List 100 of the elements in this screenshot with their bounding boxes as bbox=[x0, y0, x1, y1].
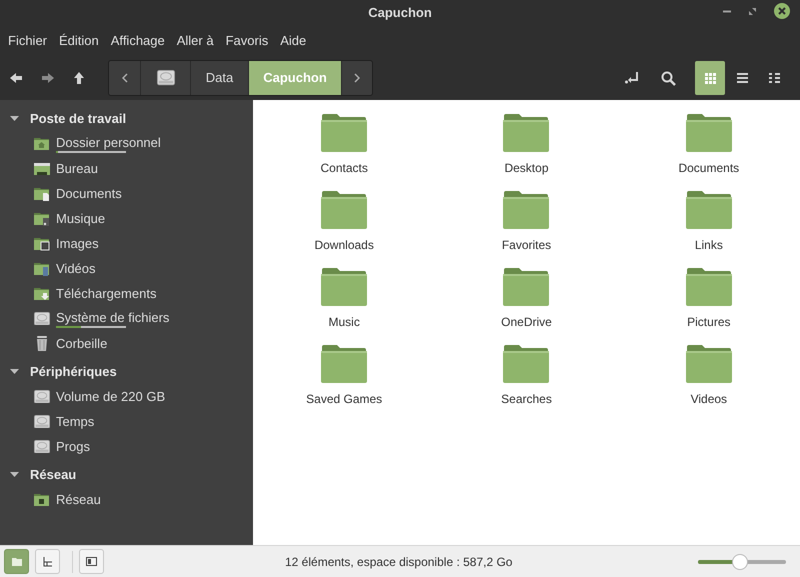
minimize-icon[interactable] bbox=[723, 10, 731, 12]
status-text: 12 éléments, espace disponible : 587,2 Go bbox=[285, 554, 512, 570]
close-icon[interactable] bbox=[774, 3, 790, 19]
folder-name[interactable]: OneDrive bbox=[501, 313, 552, 331]
trash-icon bbox=[36, 336, 48, 351]
tree-view-button[interactable] bbox=[35, 549, 60, 574]
sidebar-icon bbox=[86, 557, 97, 566]
folder-icon[interactable] bbox=[503, 345, 550, 383]
sidebar-item-label: Système de fichiers bbox=[56, 310, 170, 326]
folder-name[interactable]: Videos bbox=[690, 390, 728, 408]
sidebar-item-label: Progs bbox=[56, 438, 90, 454]
restore-icon[interactable] bbox=[749, 8, 756, 14]
sidebar-item[interactable]: Volume de 220 GB bbox=[0, 384, 253, 409]
sidebar-item-label: Corbeille bbox=[56, 336, 108, 352]
forward-arrow-icon[interactable] bbox=[42, 73, 54, 83]
places-view-button[interactable] bbox=[4, 549, 29, 574]
sidebar-item-label: Téléchargements bbox=[56, 286, 156, 302]
documents-folder-icon bbox=[34, 186, 50, 200]
menu-item[interactable]: Favoris bbox=[220, 31, 274, 51]
sidebar-item-label: Documents bbox=[56, 186, 122, 202]
sidebar-item-label: Réseau bbox=[56, 492, 101, 508]
sidebar-section-header[interactable]: Périphériques bbox=[0, 359, 253, 384]
toggle-sidebar-button[interactable] bbox=[79, 549, 104, 574]
zoom-thumb[interactable] bbox=[732, 554, 748, 570]
drive-icon bbox=[34, 312, 50, 326]
folder-icon[interactable] bbox=[321, 114, 368, 152]
sidebar-item-label: Bureau bbox=[56, 160, 98, 176]
sidebar-item-label: Vidéos bbox=[56, 260, 96, 276]
sidebar-item-label: Temps bbox=[56, 414, 94, 430]
section-title: Poste de travail bbox=[30, 110, 126, 128]
list-icon bbox=[736, 73, 748, 83]
pictures-folder-icon bbox=[34, 236, 50, 250]
videos-folder-icon bbox=[34, 262, 50, 276]
toggle-location-icon[interactable] bbox=[625, 72, 639, 84]
up-arrow-icon[interactable] bbox=[74, 72, 84, 84]
sidebar-item[interactable]: Vidéos bbox=[0, 256, 253, 281]
menu-item[interactable]: Édition bbox=[53, 31, 105, 51]
folder-name[interactable]: Music bbox=[328, 313, 360, 331]
home-folder-icon bbox=[34, 136, 50, 150]
sidebar-item[interactable]: Système de fichiers bbox=[0, 306, 253, 331]
folder-name[interactable]: Pictures bbox=[687, 313, 730, 331]
sidebar-item-label: Dossier personnel bbox=[56, 134, 161, 150]
folder-icon[interactable] bbox=[686, 114, 732, 152]
menu-item[interactable]: Affichage bbox=[104, 31, 171, 51]
downloads-folder-icon bbox=[34, 286, 50, 300]
sidebar-item-label: Musique bbox=[56, 210, 106, 226]
folder-icon[interactable] bbox=[686, 191, 732, 229]
sidebar-item-label: Volume de 220 GB bbox=[56, 388, 166, 404]
tree-icon bbox=[42, 556, 52, 566]
back-arrow-icon[interactable] bbox=[10, 73, 22, 83]
folder-icon[interactable] bbox=[686, 268, 732, 306]
section-title: Périphériques bbox=[30, 362, 117, 381]
network-folder-icon bbox=[34, 492, 50, 506]
zoom-slider[interactable] bbox=[698, 554, 786, 570]
drive-icon bbox=[34, 390, 50, 404]
folder-icon[interactable] bbox=[321, 345, 368, 383]
drive-icon bbox=[156, 70, 174, 86]
chevron-right-icon bbox=[354, 73, 360, 83]
sidebar-section-header[interactable]: Poste de travail bbox=[0, 106, 253, 131]
expanded-triangle-icon bbox=[10, 470, 19, 479]
window-title: Capuchon bbox=[368, 4, 432, 22]
folder-name[interactable]: Searches bbox=[501, 390, 552, 408]
folder-icon[interactable] bbox=[321, 268, 368, 306]
sidebar-item[interactable]: Bureau bbox=[0, 156, 253, 181]
folder-icon[interactable] bbox=[503, 114, 550, 152]
drive-icon bbox=[34, 440, 50, 454]
folder-name[interactable]: Desktop bbox=[504, 159, 548, 177]
sidebar-item[interactable]: Progs bbox=[0, 434, 253, 459]
folder-name[interactable]: Favorites bbox=[502, 236, 552, 254]
sidebar-item[interactable]: Corbeille bbox=[0, 331, 253, 356]
sidebar-item[interactable]: Dossier personnel bbox=[0, 131, 253, 156]
menu-item[interactable]: Fichier bbox=[2, 31, 54, 51]
folder-name[interactable]: Documents bbox=[678, 159, 740, 177]
drive-icon bbox=[34, 414, 50, 428]
folder-name[interactable]: Links bbox=[694, 236, 723, 254]
sidebar-item[interactable]: Images bbox=[0, 231, 253, 256]
sidebar-item[interactable]: Téléchargements bbox=[0, 281, 253, 306]
folder-icon[interactable] bbox=[503, 268, 550, 306]
folder-name[interactable]: Downloads bbox=[314, 236, 374, 254]
music-folder-icon bbox=[34, 212, 50, 226]
sidebar-item[interactable]: Documents bbox=[0, 181, 253, 206]
menu-item[interactable]: Aide bbox=[274, 31, 312, 51]
expanded-triangle-icon bbox=[10, 114, 19, 123]
folder-icon bbox=[12, 558, 22, 566]
sidebar-item[interactable]: Musique bbox=[0, 206, 253, 231]
search-icon[interactable] bbox=[661, 70, 676, 86]
folder-name[interactable]: Contacts bbox=[320, 159, 368, 177]
grid-icon bbox=[704, 72, 716, 84]
sidebar-item-label: Images bbox=[56, 236, 99, 252]
sidebar-item[interactable]: Réseau bbox=[0, 487, 253, 512]
folder-icon[interactable] bbox=[503, 191, 550, 229]
desktop-folder-icon bbox=[34, 162, 50, 176]
folder-icon[interactable] bbox=[686, 345, 732, 383]
compact-list-icon bbox=[768, 73, 780, 83]
chevron-left-icon bbox=[122, 73, 128, 83]
sidebar-item[interactable]: Temps bbox=[0, 409, 253, 434]
folder-name[interactable]: Saved Games bbox=[306, 390, 382, 408]
sidebar-section-header[interactable]: Réseau bbox=[0, 462, 253, 487]
menu-item[interactable]: Aller à bbox=[170, 31, 220, 51]
folder-icon[interactable] bbox=[321, 191, 368, 229]
